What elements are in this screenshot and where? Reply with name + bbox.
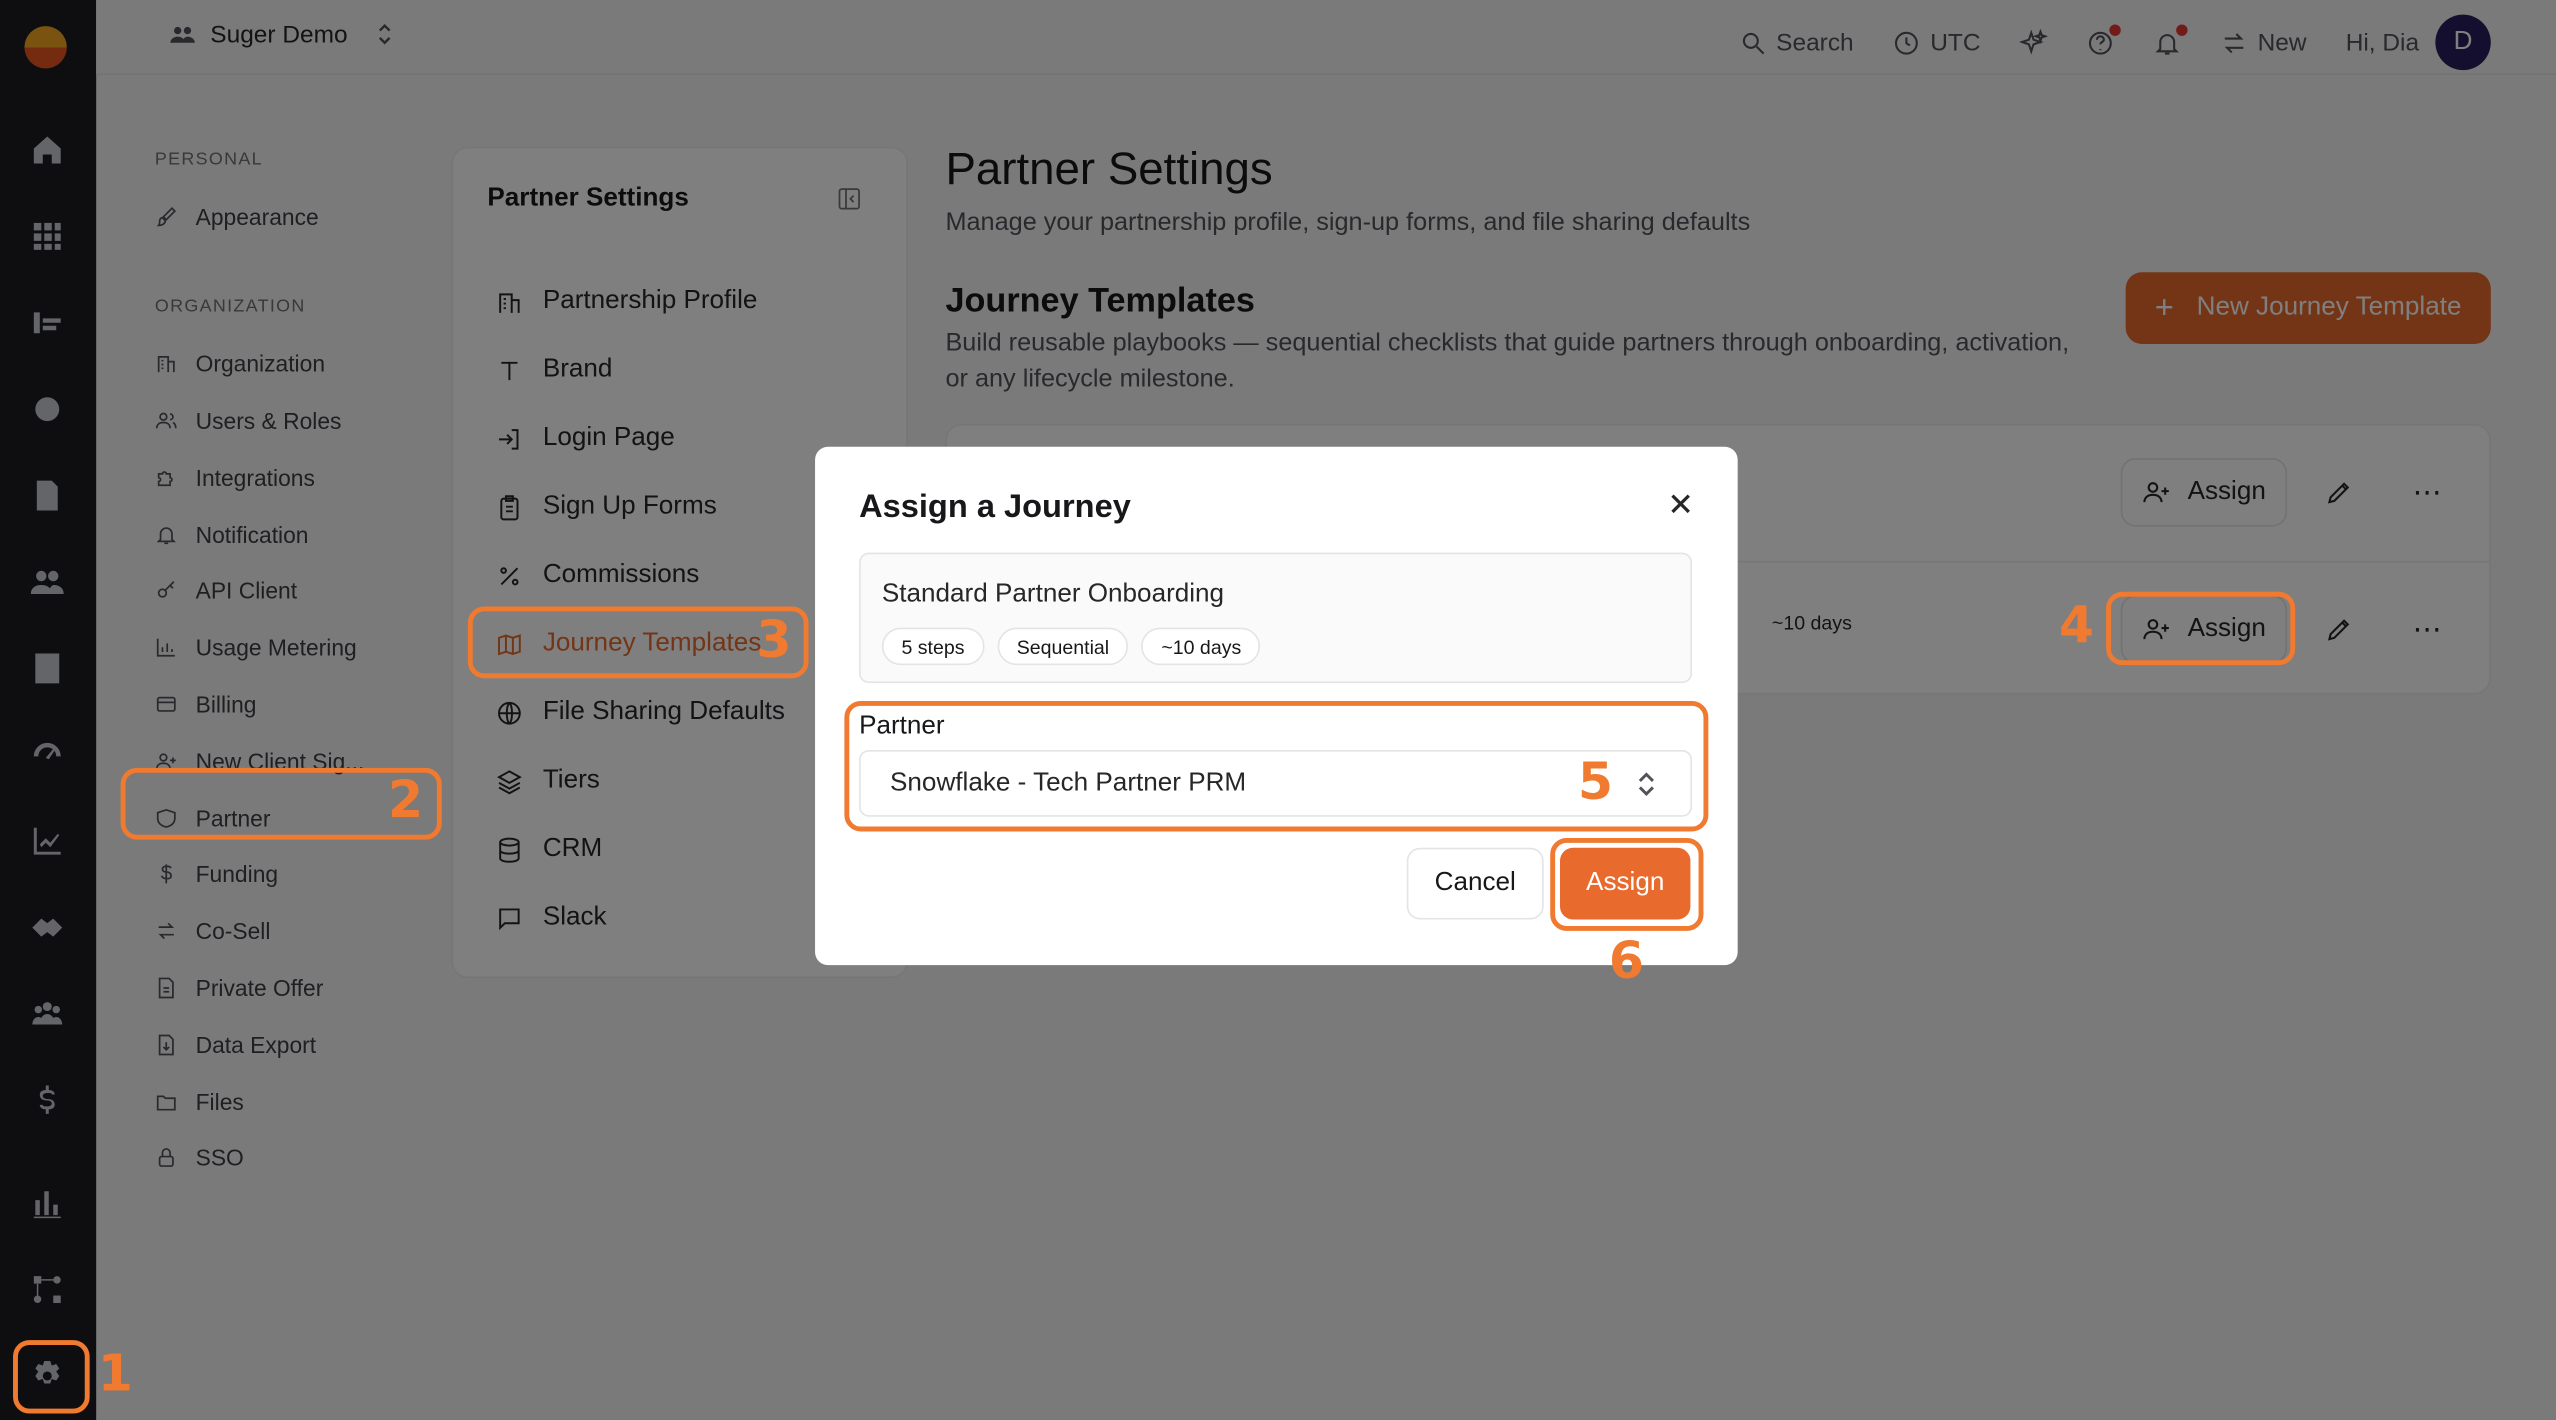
callout-number-2: 2 xyxy=(387,771,424,830)
duration-tag: ~10 days xyxy=(1141,627,1261,666)
close-icon[interactable] xyxy=(1668,491,1694,517)
journey-name: Standard Partner Onboarding xyxy=(881,580,1225,609)
callout-number-6: 6 xyxy=(1608,932,1645,992)
callout-highlight-4 xyxy=(2106,591,2296,666)
callout-number-5: 5 xyxy=(1577,753,1614,812)
callout-number-3: 3 xyxy=(756,611,792,671)
callout-highlight-6 xyxy=(1550,837,1704,931)
callout-number-4: 4 xyxy=(2058,596,2094,656)
callout-highlight-1 xyxy=(13,1340,90,1414)
steps-tag: 5 steps xyxy=(881,627,985,666)
dialog-title: Assign a Journey xyxy=(859,489,1131,525)
mode-tag: Sequential xyxy=(997,627,1129,666)
callout-number-1: 1 xyxy=(97,1344,133,1404)
cancel-button[interactable]: Cancel xyxy=(1406,847,1544,920)
journey-summary: Standard Partner Onboarding 5 steps Sequ… xyxy=(859,552,1693,684)
